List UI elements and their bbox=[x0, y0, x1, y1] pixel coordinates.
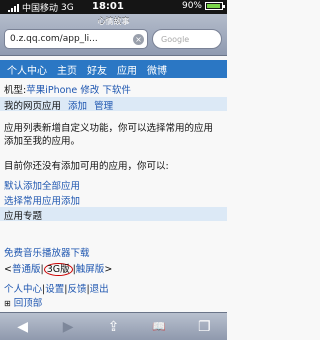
edit-device-link[interactable]: 修改 bbox=[80, 85, 99, 96]
forward-icon[interactable]: ▶ bbox=[56, 317, 80, 337]
clock: 18:01 bbox=[92, 1, 124, 12]
browser-toolbar: ◀ ▶ ⇪ 📖 ❐ bbox=[0, 312, 227, 340]
footer-links: 个人中心|设置|反馈|退出 bbox=[4, 284, 109, 295]
clear-icon[interactable]: × bbox=[133, 34, 144, 45]
status-bar: 中国移动 3G 18:01 90% bbox=[0, 0, 227, 14]
bookmarks-icon[interactable]: 📖 bbox=[147, 317, 171, 337]
search-input[interactable]: Google bbox=[152, 29, 222, 49]
device-model[interactable]: 苹果iPhone bbox=[26, 85, 77, 96]
touch-version-link[interactable]: 触屏版 bbox=[76, 264, 105, 275]
nav-item-weibo[interactable]: 微博 bbox=[144, 62, 170, 77]
share-icon[interactable]: ⇪ bbox=[101, 317, 125, 337]
back-to-top[interactable]: ⊞ 回顶部 bbox=[4, 295, 42, 309]
music-player-link[interactable]: 免费音乐播放器下载 bbox=[4, 245, 90, 259]
version-bracket-close: > bbox=[104, 264, 113, 275]
app-topics-title: 应用专题 bbox=[4, 211, 43, 222]
back-icon[interactable]: ◀ bbox=[11, 317, 35, 337]
url-field[interactable]: 0.z.qq.com/app_li... × bbox=[4, 29, 148, 49]
footer-logout-link[interactable]: 退出 bbox=[90, 284, 109, 295]
carrier-name: 中国移动 bbox=[22, 4, 59, 14]
network-type: 3G bbox=[61, 2, 74, 13]
nav-item-home[interactable]: 主页 bbox=[54, 62, 80, 77]
app-description: 应用列表新增自定义功能，你可以选择常用的应用添加至我的应用。 bbox=[4, 123, 214, 147]
device-line: 机型:苹果iPhone 修改 下软件 bbox=[4, 82, 131, 96]
battery-percent: 90% bbox=[181, 1, 202, 11]
my-apps-title: 我的网页应用 bbox=[4, 101, 62, 112]
url-text: 0.z.qq.com/app_li... bbox=[10, 34, 98, 44]
nav-item-profile[interactable]: 个人中心 bbox=[4, 62, 50, 77]
battery-status: 90% bbox=[181, 1, 225, 11]
footer-profile-link[interactable]: 个人中心 bbox=[4, 284, 42, 295]
version-switcher: <普通版| 3G版 |触屏版> bbox=[4, 261, 113, 276]
carrier-info: 中国移动 3G bbox=[8, 1, 74, 14]
my-apps-header: 我的网页应用 添加 管理 bbox=[0, 97, 227, 112]
empty-notice: 目前你还没有添加可用的应用，你可以: bbox=[4, 161, 169, 172]
add-link[interactable]: 添加 bbox=[68, 101, 87, 112]
version-bracket-open: < bbox=[4, 264, 12, 275]
manage-link[interactable]: 管理 bbox=[94, 101, 113, 112]
nav-item-apps[interactable]: 应用 bbox=[114, 62, 140, 77]
tabs-icon[interactable]: ❐ bbox=[192, 317, 216, 337]
browser-bar: 心情故事 0.z.qq.com/app_li... × Google bbox=[0, 14, 227, 56]
download-software-link[interactable]: 下软件 bbox=[102, 85, 131, 96]
signal-icon bbox=[8, 3, 19, 12]
page-title: 心情故事 bbox=[97, 17, 130, 26]
device-label: 机型: bbox=[4, 85, 27, 96]
3g-version-current: 3G版 bbox=[43, 263, 73, 276]
default-add-all-link[interactable]: 默认添加全部应用 bbox=[4, 178, 80, 192]
standard-version-link[interactable]: 普通版 bbox=[12, 264, 41, 275]
footer-settings-link[interactable]: 设置 bbox=[45, 284, 64, 295]
footer-feedback-link[interactable]: 反馈 bbox=[67, 284, 86, 295]
battery-icon bbox=[205, 2, 225, 10]
nav-item-friends[interactable]: 好友 bbox=[84, 62, 110, 77]
back-to-top-link[interactable]: 回顶部 bbox=[14, 298, 43, 309]
choose-common-link[interactable]: 选择常用应用添加 bbox=[4, 193, 80, 207]
up-arrow-icon: ⊞ bbox=[4, 299, 11, 308]
app-topics-header: 应用专题 bbox=[0, 207, 227, 222]
main-nav: 个人中心 主页 好友 应用 微博 bbox=[0, 60, 227, 78]
